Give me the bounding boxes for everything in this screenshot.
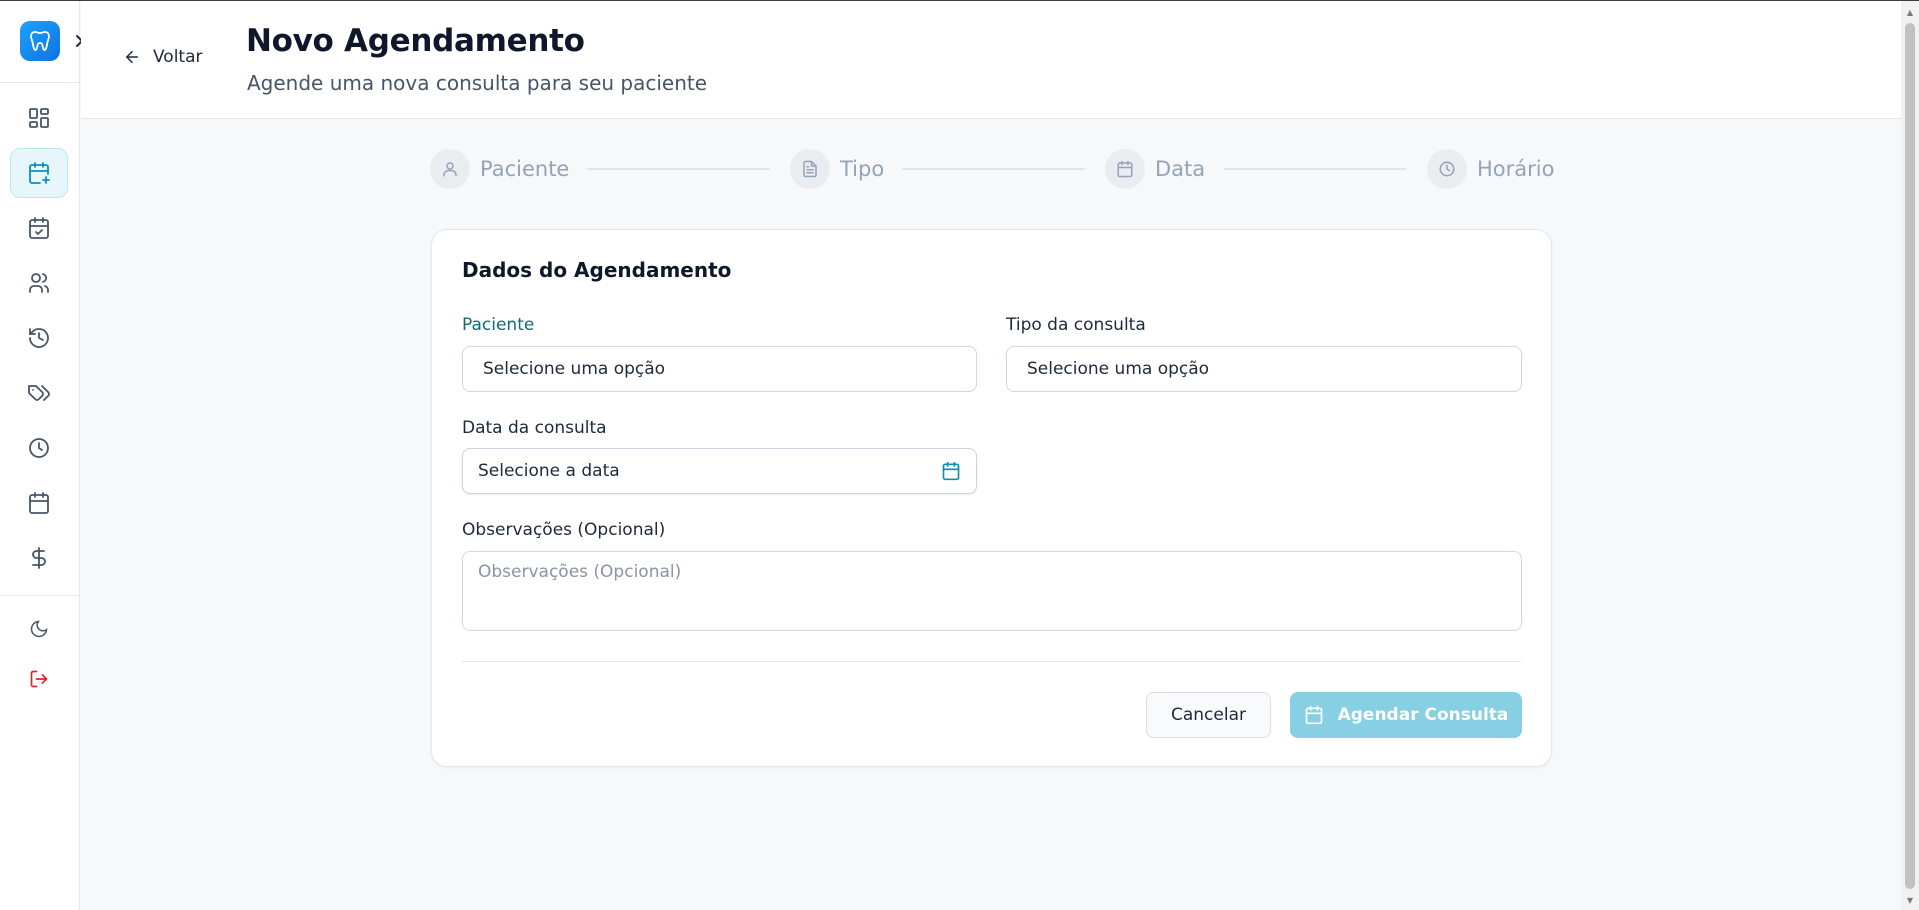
- patient-select[interactable]: Selecione uma opção: [462, 346, 977, 392]
- nav-new-appointment[interactable]: [10, 148, 68, 198]
- tooth-icon: [30, 31, 50, 51]
- submit-label: Agendar Consulta: [1337, 705, 1509, 725]
- step-connector: [588, 168, 770, 170]
- step-circle: [1105, 149, 1145, 189]
- nav-patients[interactable]: [10, 258, 68, 308]
- back-label: Voltar: [153, 47, 203, 67]
- step-label: Paciente: [480, 157, 570, 181]
- patient-label: Paciente: [462, 315, 535, 335]
- clock-icon: [29, 438, 49, 458]
- form-title: Dados do Agendamento: [462, 258, 732, 282]
- app-logo[interactable]: [20, 21, 60, 61]
- nav-history[interactable]: [10, 313, 68, 363]
- user-icon: [443, 162, 457, 177]
- calendar-icon: [1117, 160, 1133, 178]
- patient-select-value: Selecione uma opção: [483, 359, 666, 379]
- step-data: Data: [1105, 149, 1205, 189]
- step-horario: Horário: [1427, 149, 1554, 189]
- step-label: Tipo: [840, 157, 885, 181]
- calendar-check-icon: [29, 217, 49, 239]
- type-label: Tipo da consulta: [1006, 315, 1146, 335]
- scroll-down-arrow[interactable]: ▼: [1905, 895, 1915, 905]
- cancel-button[interactable]: Cancelar: [1146, 692, 1271, 738]
- step-label: Horário: [1477, 157, 1555, 181]
- step-paciente: Paciente: [430, 149, 569, 189]
- logout-button[interactable]: [10, 654, 68, 704]
- nav-appointments[interactable]: [10, 203, 68, 253]
- scroll-thumb[interactable]: [1905, 23, 1915, 889]
- cancel-label: Cancelar: [1171, 705, 1246, 725]
- nav-calendar[interactable]: [10, 478, 68, 528]
- step-connector: [1224, 168, 1406, 170]
- theme-toggle-button[interactable]: [10, 604, 68, 654]
- page-title: Novo Agendamento: [246, 23, 585, 59]
- logout-icon: [30, 670, 48, 688]
- date-label: Data da consulta: [462, 418, 607, 438]
- nav-schedule-hours[interactable]: [10, 423, 68, 473]
- notes-label: Observações (Opcional): [462, 520, 666, 540]
- sidebar-divider: [0, 595, 80, 596]
- step-circle: [430, 149, 470, 189]
- dollar-icon: [32, 547, 46, 569]
- back-button[interactable]: Voltar: [123, 47, 203, 67]
- appointment-form-card: Dados do Agendamento Paciente Selecione …: [431, 229, 1552, 767]
- scroll-up-arrow[interactable]: ▲: [1905, 7, 1915, 17]
- calendar-icon: [29, 492, 49, 514]
- arrow-left-icon: [125, 51, 138, 63]
- step-tipo: Tipo: [790, 149, 884, 189]
- step-label: Data: [1155, 157, 1206, 181]
- sidebar-divider: [0, 82, 80, 83]
- users-icon: [29, 273, 49, 293]
- nav-finance[interactable]: [10, 533, 68, 583]
- tags-icon: [28, 385, 50, 401]
- document-icon: [803, 160, 817, 178]
- step-circle: [1427, 149, 1467, 189]
- type-select-value: Selecione uma opção: [1027, 359, 1210, 379]
- calendar-plus-icon: [29, 162, 50, 184]
- moon-icon: [30, 620, 48, 638]
- step-circle: [790, 149, 830, 189]
- page-subtitle: Agende uma nova consulta para seu pacien…: [247, 71, 708, 95]
- date-input-value: Selecione a data: [478, 461, 620, 481]
- nav-dashboard[interactable]: [10, 93, 68, 143]
- sidebar: [0, 1, 84, 910]
- calendar-icon: [1305, 705, 1322, 725]
- type-select[interactable]: Selecione uma opção: [1006, 346, 1522, 392]
- notes-textarea[interactable]: Observações (Opcional): [462, 551, 1522, 631]
- nav-tags[interactable]: [10, 368, 68, 418]
- progress-stepper: Paciente Tipo Data Horário: [430, 149, 1554, 189]
- page-scrollbar[interactable]: ▲ ▼: [1901, 1, 1919, 910]
- form-divider: [462, 661, 1521, 662]
- schedule-appointment-button[interactable]: Agendar Consulta: [1290, 692, 1522, 738]
- clock-icon: [1439, 161, 1455, 177]
- calendar-icon[interactable]: [941, 461, 961, 481]
- dashboard-icon: [29, 108, 49, 128]
- date-picker-input[interactable]: Selecione a data: [462, 448, 977, 494]
- step-connector: [902, 168, 1084, 170]
- notes-placeholder: Observações (Opcional): [478, 562, 682, 582]
- history-icon: [29, 328, 49, 348]
- page-header: Voltar Novo Agendamento Agende uma nova …: [81, 1, 1901, 119]
